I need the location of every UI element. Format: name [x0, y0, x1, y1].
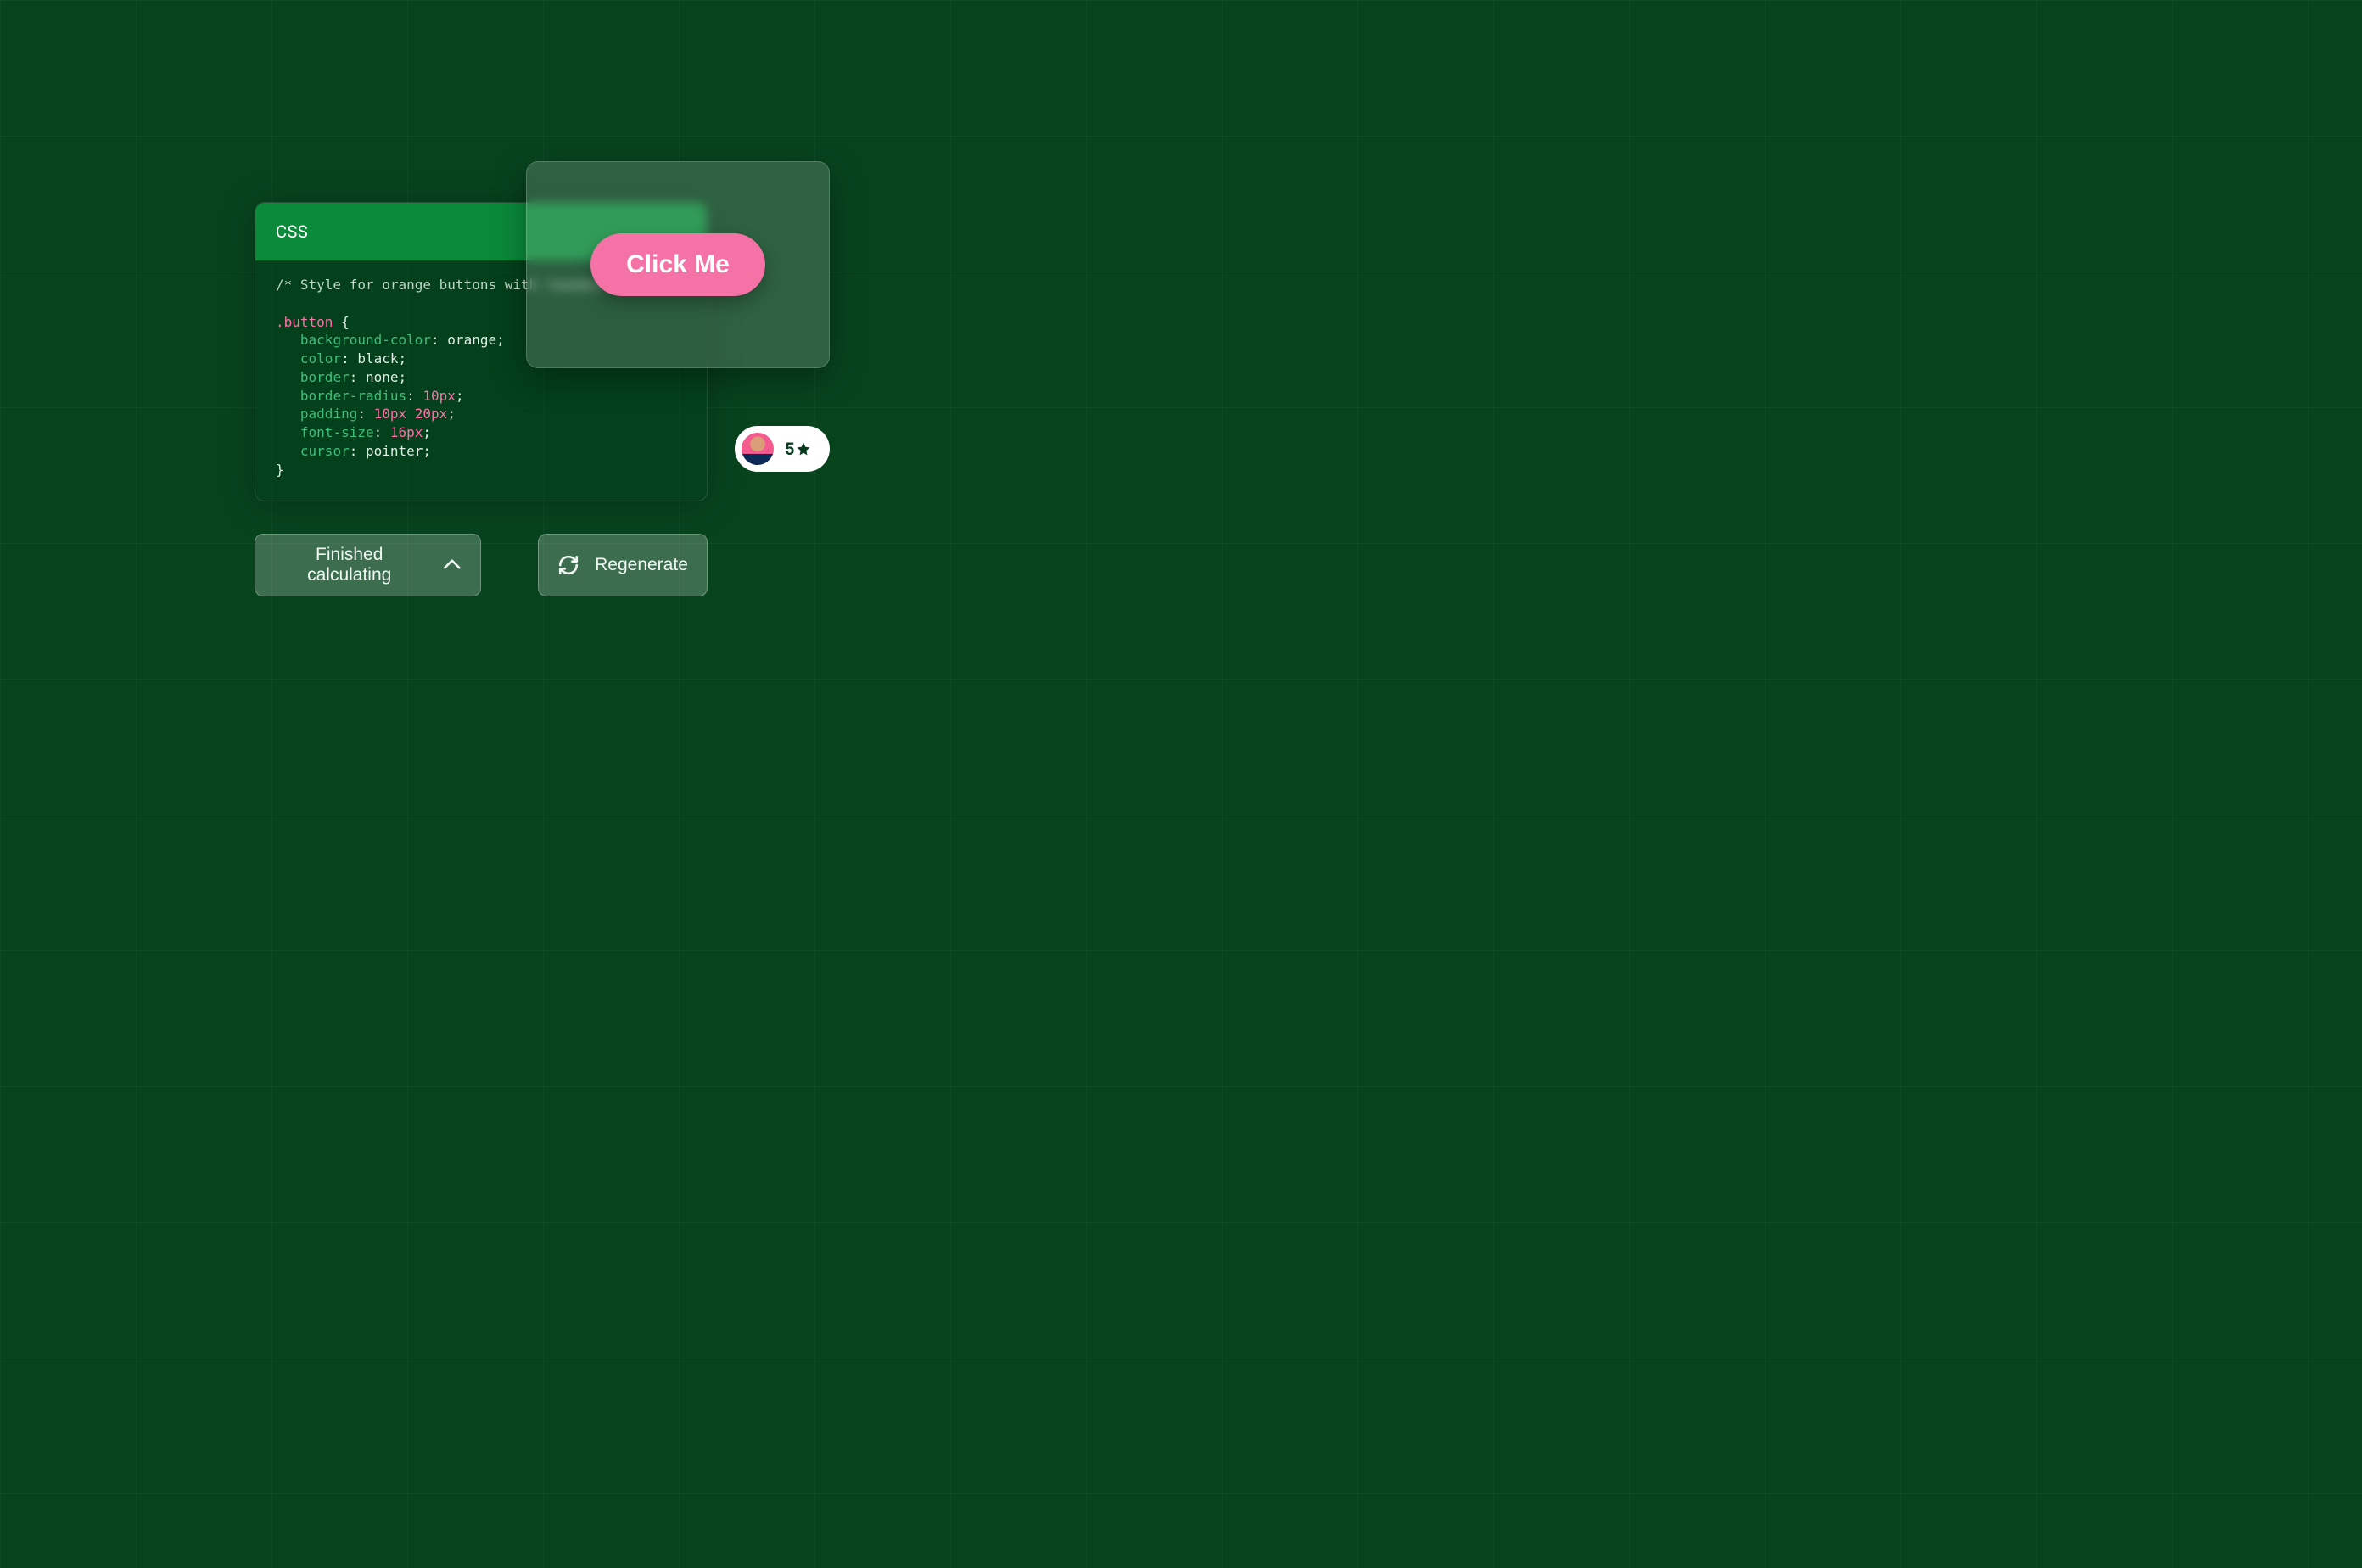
rating-badge[interactable]: 5: [735, 426, 830, 472]
star-icon: [796, 441, 811, 456]
regenerate-button[interactable]: Regenerate: [538, 534, 708, 596]
demo-button[interactable]: Click Me: [590, 233, 765, 296]
code-language-label: CSS: [276, 221, 308, 242]
regenerate-icon: [557, 554, 579, 576]
chevron-up-icon: [441, 554, 463, 576]
preview-card: Click Me: [526, 161, 830, 368]
finished-label: Finished calculating: [272, 545, 426, 585]
finished-calculating-button[interactable]: Finished calculating: [255, 534, 481, 596]
rating-value: 5: [785, 439, 794, 459]
regenerate-label: Regenerate: [595, 555, 688, 575]
avatar: [739, 430, 776, 468]
demo-button-label: Click Me: [626, 250, 730, 278]
rating-text: 5: [785, 439, 811, 459]
